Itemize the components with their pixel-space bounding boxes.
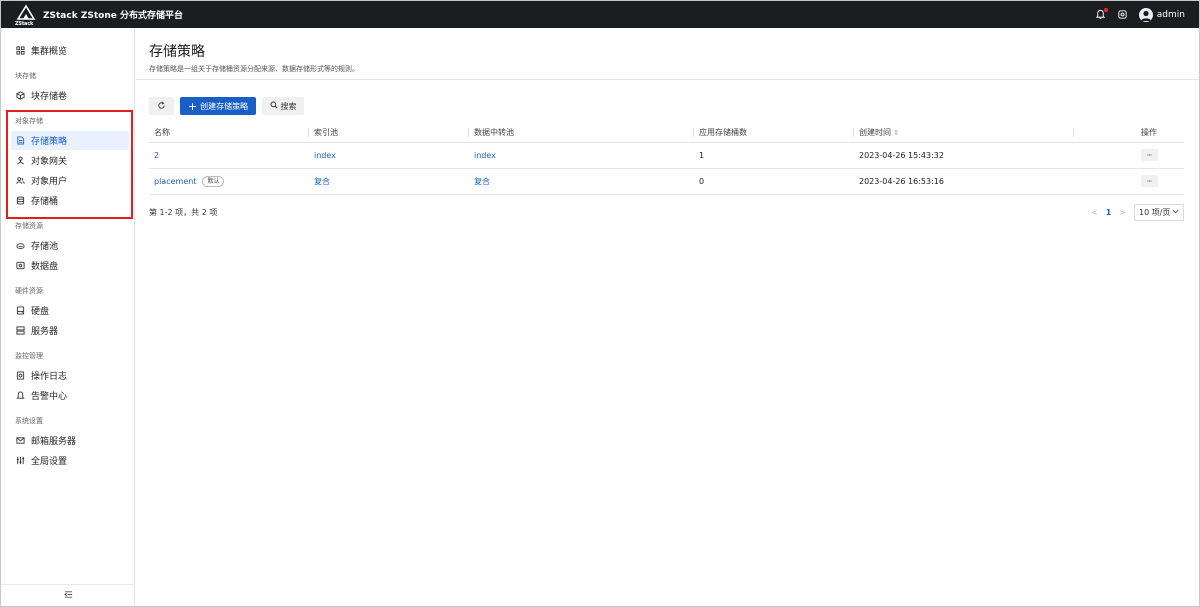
cell-bucket-count: 1 (694, 142, 854, 169)
pagination: < 1 > 10 项/页 (1091, 204, 1184, 221)
main-content: 存储策略 存储策略是一组关于存储桶资源分配来源、数据存储形式等的规则。 + 创建… (136, 28, 1199, 606)
refresh-icon (157, 101, 166, 112)
cell-transfer-pool[interactable]: 复合 (469, 168, 694, 195)
sidebar-item-servers[interactable]: 服务器 (11, 321, 129, 340)
sidebar-item-label: 告警中心 (31, 392, 68, 402)
notification-bell-icon[interactable] (1095, 7, 1108, 21)
cell-created-time: 2023-04-26 15:43:32 (854, 142, 1074, 169)
page-size-value: 10 项/页 (1139, 208, 1171, 217)
group-label-storage-resources: 存储资源 (15, 222, 43, 230)
sidebar-item-label: 服务器 (31, 327, 59, 337)
page-size-select[interactable]: 10 项/页 (1134, 204, 1184, 221)
cell-blank (1074, 168, 1114, 195)
cell-transfer-pool[interactable]: index (469, 142, 694, 169)
table-header-row: 名称 索引池 数据中转池 应用存储桶数 创建时间 ⇕ 操作 (149, 123, 1184, 143)
sidebar-item-mail-server[interactable]: 邮箱服务器 (11, 431, 129, 450)
cell-actions: ··· (1114, 142, 1184, 169)
column-header-actions: 操作 (1114, 123, 1184, 143)
sidebar-item-label: 集群概览 (31, 47, 68, 57)
toolbar: + 创建存储策略 搜索 (149, 97, 304, 115)
page-header: 存储策略 存储策略是一组关于存储桶资源分配来源、数据存储形式等的规则。 (136, 28, 1199, 80)
column-header-name[interactable]: 名称 (149, 123, 309, 143)
sidebar-collapse-button[interactable] (1, 584, 135, 606)
refresh-button[interactable] (149, 97, 174, 115)
sidebar-item-label: 存储池 (31, 242, 59, 252)
grid-icon (15, 46, 25, 56)
bell-icon (15, 391, 25, 401)
chevron-down-icon (1172, 208, 1179, 217)
log-icon (15, 371, 25, 381)
table-footer: 第 1-2 项，共 2 项 < 1 > 10 项/页 (149, 204, 1184, 222)
sidebar-item-global-settings[interactable]: 全局设置 (11, 451, 129, 470)
cell-name[interactable]: placement 默认 (149, 168, 309, 195)
sort-icon[interactable]: ⇕ (894, 129, 900, 137)
search-icon (269, 101, 278, 111)
default-tag: 默认 (202, 175, 225, 187)
cell-index-pool[interactable]: index (309, 142, 469, 169)
sidebar-item-data-disk[interactable]: 数据盘 (11, 256, 129, 275)
cell-name[interactable]: 2 (149, 142, 309, 169)
avatar[interactable] (1138, 7, 1153, 22)
help-icon[interactable] (1117, 9, 1129, 21)
cube-icon (15, 91, 25, 101)
logo-text: ZStack (15, 20, 34, 27)
notification-dot (1103, 7, 1108, 12)
harddisk-icon (15, 306, 25, 316)
page-title: 存储策略 (149, 44, 205, 60)
cell-blank (1074, 142, 1114, 169)
column-header-index-pool[interactable]: 索引池 (309, 123, 469, 143)
sidebar-item-operation-log[interactable]: 操作日志 (11, 366, 129, 385)
more-actions-button[interactable]: ··· (1140, 149, 1158, 161)
total-count: 第 1-2 项，共 2 项 (149, 208, 218, 217)
app-title: ZStack ZStone 分布式存储平台 (43, 11, 183, 21)
cell-bucket-count: 0 (694, 168, 854, 195)
sidebar-item-label: 邮箱服务器 (31, 437, 77, 447)
pool-icon (15, 241, 25, 251)
create-policy-button[interactable]: + 创建存储策略 (180, 97, 256, 115)
search-label: 搜索 (280, 101, 297, 111)
table-row[interactable]: 2 index index 1 2023-04-26 15:43:32 ··· (149, 142, 1184, 169)
more-actions-button[interactable]: ··· (1140, 175, 1158, 187)
column-header-created-time[interactable]: 创建时间 ⇕ (854, 123, 1074, 143)
cell-index-pool[interactable]: 复合 (309, 168, 469, 195)
page-description: 存储策略是一组关于存储桶资源分配来源、数据存储形式等的规则。 (149, 65, 359, 73)
top-bar: ZStack ZStack ZStone 分布式存储平台 admin (1, 1, 1199, 28)
zstack-logo[interactable]: ZStack (15, 3, 37, 27)
sidebar-item-label: 操作日志 (31, 372, 68, 382)
mail-icon (15, 436, 25, 446)
collapse-icon (63, 590, 73, 602)
group-label-block-storage: 块存储 (15, 72, 36, 80)
search-button[interactable]: 搜索 (262, 97, 304, 115)
page-number[interactable]: 1 (1106, 208, 1112, 217)
sidebar-item-label: 硬盘 (31, 307, 50, 317)
sidebar-item-label: 全局设置 (31, 457, 68, 467)
column-header-transfer-pool[interactable]: 数据中转池 (469, 123, 694, 143)
sidebar-item-label: 块存储卷 (31, 92, 68, 102)
group-label-system-settings: 系统设置 (15, 417, 43, 425)
highlight-box-object-storage (6, 110, 133, 219)
cell-created-time: 2023-04-26 16:53:16 (854, 168, 1074, 195)
group-label-monitoring: 监控管理 (15, 352, 43, 360)
cell-actions: ··· (1114, 168, 1184, 195)
sidebar-item-storage-pool[interactable]: 存储池 (11, 236, 129, 255)
sidebar-item-block-volumes[interactable]: 块存储卷 (11, 86, 129, 105)
table-row[interactable]: placement 默认 复合 复合 0 2023-04-26 16:53:16 … (149, 168, 1184, 195)
sidebar-item-hard-disk[interactable]: 硬盘 (11, 301, 129, 320)
username[interactable]: admin (1157, 10, 1185, 20)
column-header-blank (1074, 123, 1114, 143)
group-label-hardware: 硬件资源 (15, 287, 43, 295)
next-page-icon[interactable]: > (1119, 208, 1126, 217)
create-policy-label: 创建存储策略 (200, 101, 249, 111)
sidebar-item-alarm-center[interactable]: 告警中心 (11, 386, 129, 405)
sidebar-item-label: 数据盘 (31, 262, 59, 272)
settings-icon (15, 456, 25, 466)
prev-page-icon[interactable]: < (1091, 208, 1098, 217)
plus-icon: + (187, 99, 198, 113)
sidebar-item-cluster-overview[interactable]: 集群概览 (11, 41, 129, 60)
column-header-bucket-count[interactable]: 应用存储桶数 (694, 123, 854, 143)
policy-table: 名称 索引池 数据中转池 应用存储桶数 创建时间 ⇕ 操作 2 index in… (149, 123, 1184, 195)
server-icon (15, 326, 25, 336)
disk-icon (15, 261, 25, 271)
